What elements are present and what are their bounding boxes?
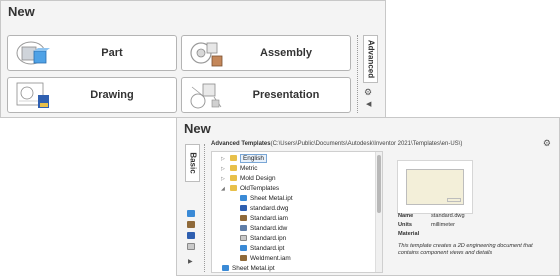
basic-new-panel: New Part Assembly Drawing Presentation A… xyxy=(0,0,386,118)
templates-path: Advanced Templates(C:\Users\Public\Docum… xyxy=(211,141,462,147)
expand-arrow-icon[interactable]: ▷ xyxy=(221,164,225,174)
drawing-icon xyxy=(16,82,49,108)
folder-icon xyxy=(230,155,237,161)
tile-drawing-label: Drawing xyxy=(90,89,134,101)
tree-item-file[interactable]: Standard.ipn xyxy=(240,234,286,244)
panel-divider xyxy=(357,35,359,113)
template-details: Name standard.dwg Units millimeter Mater… xyxy=(396,211,556,271)
tab-basic-label: Basic xyxy=(188,152,197,174)
expand-triangle-icon[interactable]: ▶ xyxy=(188,258,193,265)
collapse-triangle-icon[interactable]: ◀ xyxy=(366,100,371,108)
template-tree[interactable]: ▷ English ▷ Metric ▷ Mold Design ◢ OldTempla… xyxy=(211,151,383,273)
gear-icon[interactable]: ⚙ xyxy=(543,138,551,149)
folder-icon xyxy=(230,165,237,171)
tree-item-file[interactable]: standard.dwg xyxy=(240,204,288,214)
scrollbar-thumb[interactable] xyxy=(377,155,381,213)
tile-drawing[interactable]: Drawing xyxy=(7,77,177,113)
templates-path-value: (C:\Users\Public\Documents\Autodesk\Inve… xyxy=(270,141,463,147)
part-file-icon xyxy=(240,195,247,201)
assembly-file-icon xyxy=(240,215,247,221)
tree-item-mold-design[interactable]: ▷ Mold Design xyxy=(221,174,276,184)
tab-advanced[interactable]: Advanced xyxy=(363,35,378,83)
drawing-file-icon xyxy=(240,205,247,211)
panel-title: New xyxy=(8,4,35,19)
quick-template-icons xyxy=(187,210,199,254)
tree-item-file[interactable]: Sheet Metal.ipt xyxy=(240,194,293,204)
tile-assembly[interactable]: Assembly xyxy=(181,35,351,71)
presentation-icon xyxy=(190,83,222,109)
preview-thumbnail xyxy=(406,169,464,205)
tree-item-oldtemplates[interactable]: ◢ OldTemplates xyxy=(221,184,279,194)
collapse-arrow-icon[interactable]: ◢ xyxy=(221,184,225,194)
tree-item-file[interactable]: Sheet Metal.ipt xyxy=(222,264,275,272)
tree-item-file[interactable]: Standard.iam xyxy=(240,214,288,224)
tree-item-file[interactable]: Weldment.iam xyxy=(240,254,291,264)
tree-item-english[interactable]: ▷ English xyxy=(221,154,267,164)
part-file-icon xyxy=(240,245,247,251)
assembly-template-icon[interactable] xyxy=(187,221,195,228)
drawing-template-icon[interactable] xyxy=(187,232,195,239)
tile-part[interactable]: Part xyxy=(7,35,177,71)
tab-advanced-label: Advanced xyxy=(366,39,375,79)
tree-scrollbar[interactable] xyxy=(375,152,382,272)
gear-icon[interactable]: ⚙ xyxy=(364,87,372,98)
part-icon xyxy=(16,41,50,65)
templates-label: Advanced Templates xyxy=(211,141,271,147)
advanced-new-panel: New Basic ▶ Advanced Templates(C:\Users\… xyxy=(176,117,560,276)
folder-icon xyxy=(230,175,237,181)
presentation-file-icon xyxy=(240,235,247,241)
template-preview xyxy=(397,160,473,214)
part-file-icon xyxy=(222,265,229,271)
tree-item-metric[interactable]: ▷ Metric xyxy=(221,164,257,174)
expand-arrow-icon[interactable]: ▷ xyxy=(221,174,225,184)
folder-icon xyxy=(230,185,237,191)
expand-arrow-icon[interactable]: ▷ xyxy=(221,154,225,164)
part-template-icon[interactable] xyxy=(187,210,195,217)
tree-item-file[interactable]: Standard.ipt xyxy=(240,244,284,254)
drawing-file-icon xyxy=(240,225,247,231)
tile-part-label: Part xyxy=(101,47,123,59)
tile-presentation[interactable]: Presentation xyxy=(181,77,351,113)
tab-basic[interactable]: Basic xyxy=(185,144,200,182)
tile-assembly-label: Assembly xyxy=(260,47,312,59)
panel-divider xyxy=(204,144,206,272)
presentation-template-icon[interactable] xyxy=(187,243,195,250)
assembly-icon xyxy=(190,42,223,67)
panel-title: New xyxy=(184,121,211,136)
assembly-file-icon xyxy=(240,255,247,261)
tree-item-file[interactable]: Standard.idw xyxy=(240,224,287,234)
tile-presentation-label: Presentation xyxy=(252,89,320,101)
template-description: This template creates a 2D engineering d… xyxy=(398,243,533,256)
